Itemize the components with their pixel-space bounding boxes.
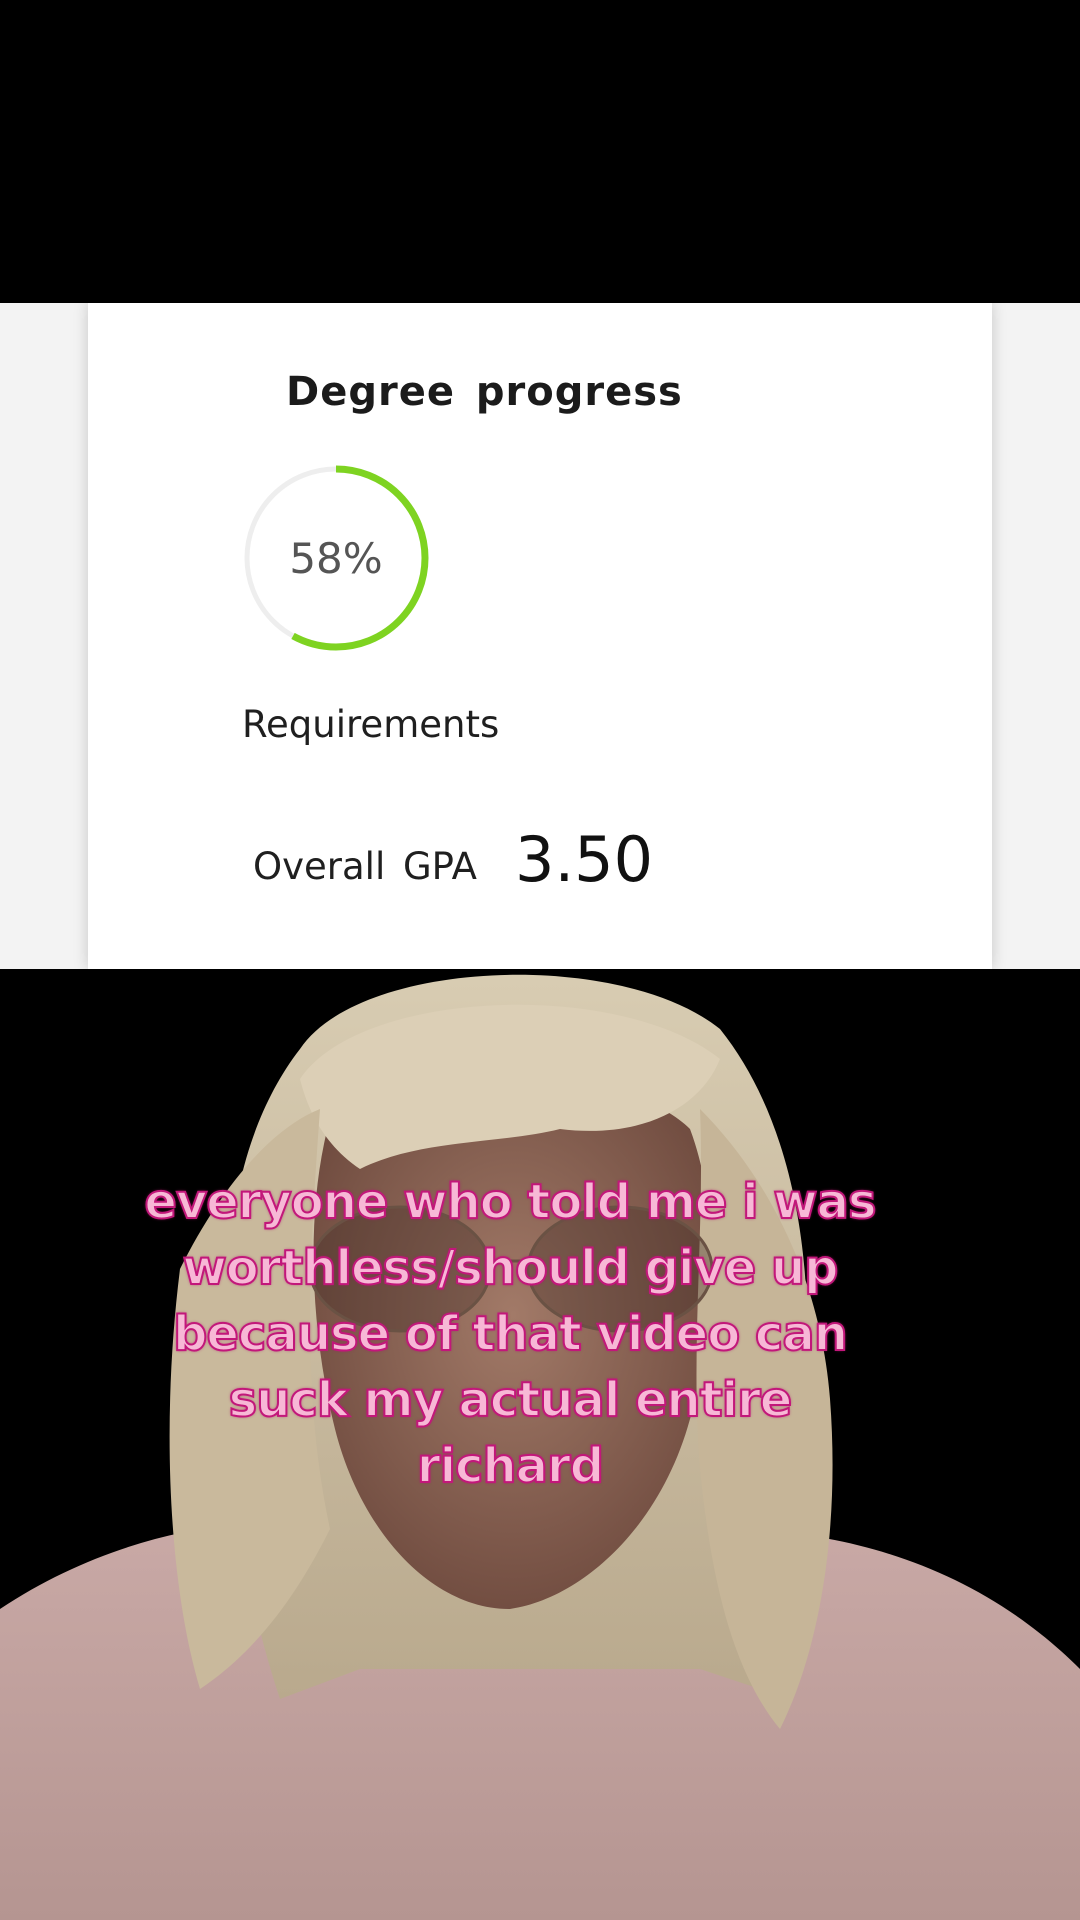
requirements-link[interactable]: Requirements <box>242 703 499 746</box>
video-frame: Degree progress 58% Requirements Overall… <box>0 0 1080 1920</box>
top-black-band <box>0 0 1080 303</box>
progress-ring: 58% <box>241 463 431 653</box>
progress-percent: 58% <box>289 533 383 583</box>
card-title: Degree progress <box>286 369 683 415</box>
video-caption: everyone who told me i was worthless/sho… <box>143 1173 877 1495</box>
overall-gpa-value: 3.50 <box>515 823 654 896</box>
video-area: everyone who told me i was worthless/sho… <box>0 969 1080 1920</box>
degree-screenshot: Degree progress 58% Requirements Overall… <box>0 303 1080 969</box>
degree-progress-card: Degree progress 58% Requirements Overall… <box>88 303 992 969</box>
overall-gpa-label: Overall GPA <box>253 845 477 888</box>
